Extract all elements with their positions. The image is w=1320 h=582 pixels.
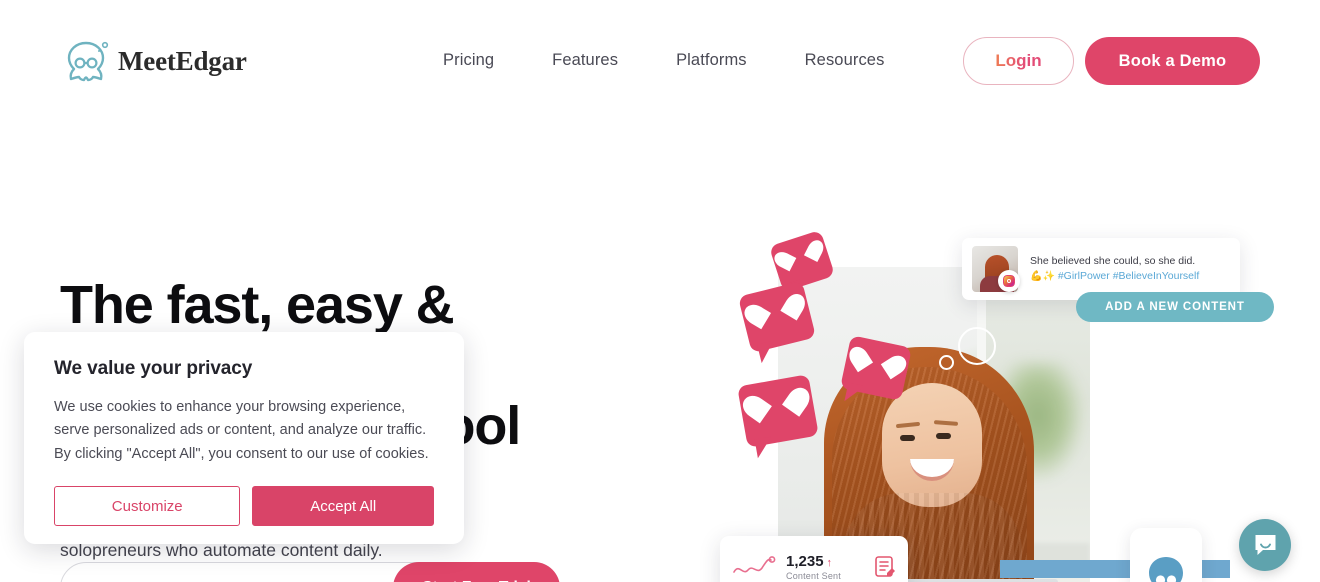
heart-bubble-icon [840,335,912,401]
stat-label: Content Sent [786,571,841,581]
book-a-demo-button[interactable]: Book a Demo [1085,37,1260,85]
instagram-icon [998,270,1020,292]
chat-widget-button[interactable] [1239,519,1291,571]
customize-cookies-button[interactable]: Customize [54,486,241,527]
cookie-banner-actions: Customize Accept All [54,486,434,527]
login-label: Login [995,51,1042,70]
post-hashtag-1: #GirlPower [1057,270,1110,283]
stat-value: 1,235 [786,553,824,570]
nav-item-resources[interactable]: Resources [805,51,885,70]
post-hashtag-2: #BelieveInYourself [1112,270,1200,283]
social-post-card[interactable]: She believed she could, so she did. 💪✨ #… [962,238,1240,300]
post-emoji: 💪✨ [1030,271,1055,283]
add-new-content-button[interactable]: ADD A NEW CONTENT [1076,292,1274,322]
decorative-ring-large [958,327,996,365]
nav-item-platforms[interactable]: Platforms [676,51,747,70]
chat-bubble-icon [1255,534,1275,555]
cookie-banner-body: We use cookies to enhance your browsing … [54,399,429,462]
signup-form: Start Free Trial [60,562,560,582]
content-sent-stat-card: 1,235 ↑ Content Sent [720,536,908,582]
logo-text: MeetEdgar [118,45,247,76]
site-header: MeetEdgar Pricing Features Platforms Res… [0,0,1320,122]
post-caption: She believed she could, so she did. [1030,255,1196,268]
accept-all-cookies-button[interactable]: Accept All [252,486,434,527]
hero-photo [778,267,1090,582]
login-button[interactable]: Login [963,37,1074,85]
post-text: She believed she could, so she did. 💪✨ #… [1030,254,1199,284]
nav-item-features[interactable]: Features [552,51,618,70]
octopus-mascot-icon [1149,557,1183,582]
hero-visual: She believed she could, so she did. 💪✨ #… [700,122,1320,582]
sparkline-icon [733,556,776,573]
decorative-ring-small [939,355,954,370]
octopus-icon [67,41,109,82]
nav-item-pricing[interactable]: Pricing [443,51,494,70]
document-edit-icon [875,556,895,577]
logo[interactable]: MeetEdgar [60,38,247,84]
edgar-mascot-card [1130,528,1202,582]
cookie-banner-title: We value your privacy [54,358,253,379]
cookie-consent-banner: We value your privacy We use cookies to … [24,332,464,544]
heart-bubble-icon [737,374,819,448]
stat-trend-arrow: ↑ [826,557,833,569]
start-free-trial-button[interactable]: Start Free Trial [393,562,560,582]
main-navigation: Pricing Features Platforms Resources [443,51,884,70]
